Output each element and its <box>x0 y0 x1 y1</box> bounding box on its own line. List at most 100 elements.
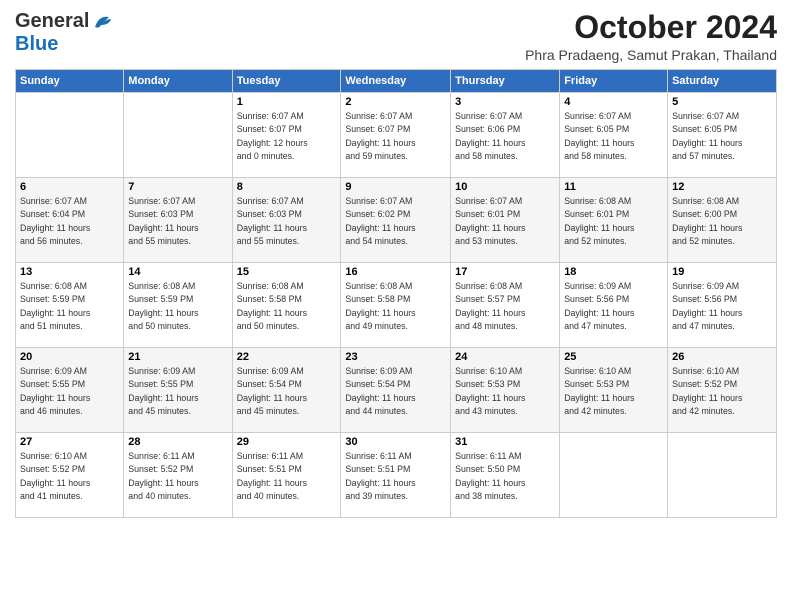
calendar-cell: 12 Sunrise: 6:08 AM Sunset: 6:00 PM Dayli… <box>668 178 777 263</box>
day-info: Sunrise: 6:07 AM Sunset: 6:03 PM Dayligh… <box>237 195 337 248</box>
day-info: Sunrise: 6:07 AM Sunset: 6:05 PM Dayligh… <box>672 110 772 163</box>
day-info: Sunrise: 6:09 AM Sunset: 5:54 PM Dayligh… <box>237 365 337 418</box>
day-number: 4 <box>564 96 663 108</box>
calendar-cell: 9Sunrise: 6:07 AM Sunset: 6:02 PM Daylig… <box>341 178 451 263</box>
day-info: Sunrise: 6:10 AM Sunset: 5:52 PM Dayligh… <box>20 450 119 503</box>
day-number: 3 <box>455 96 555 108</box>
day-info: Sunrise: 6:08 AM Sunset: 5:57 PM Dayligh… <box>455 280 555 333</box>
calendar-cell: 28 Sunrise: 6:11 AM Sunset: 5:52 PM Dayli… <box>124 433 232 518</box>
col-sunday: Sunday <box>16 70 124 93</box>
day-info: Sunrise: 6:07 AM Sunset: 6:01 PM Dayligh… <box>455 195 555 248</box>
day-number: 24 <box>455 351 555 363</box>
day-number: 20 <box>20 351 119 363</box>
day-info: Sunrise: 6:11 AM Sunset: 5:52 PM Dayligh… <box>128 450 227 503</box>
col-friday: Friday <box>560 70 668 93</box>
calendar-cell: 18 Sunrise: 6:09 AM Sunset: 5:56 PM Dayli… <box>560 263 668 348</box>
day-number: 16 <box>345 266 446 278</box>
col-saturday: Saturday <box>668 70 777 93</box>
day-number: 15 <box>237 266 337 278</box>
day-number: 11 <box>564 181 663 193</box>
calendar-cell: 29Sunrise: 6:11 AM Sunset: 5:51 PM Dayli… <box>232 433 341 518</box>
logo-blue: Blue <box>15 33 58 55</box>
calendar-cell: 5 Sunrise: 6:07 AM Sunset: 6:05 PM Daylig… <box>668 93 777 178</box>
calendar-cell <box>560 433 668 518</box>
col-wednesday: Wednesday <box>341 70 451 93</box>
calendar-cell: 17 Sunrise: 6:08 AM Sunset: 5:57 PM Dayli… <box>451 263 560 348</box>
calendar-week-row-5: 27 Sunrise: 6:10 AM Sunset: 5:52 PM Dayli… <box>16 433 777 518</box>
day-number: 5 <box>672 96 772 108</box>
day-info: Sunrise: 6:07 AM Sunset: 6:04 PM Dayligh… <box>20 195 119 248</box>
day-number: 21 <box>128 351 227 363</box>
calendar-week-row-1: 1 Sunrise: 6:07 AM Sunset: 6:07 PM Daylig… <box>16 93 777 178</box>
calendar-cell: 2Sunrise: 6:07 AM Sunset: 6:07 PM Daylig… <box>341 93 451 178</box>
day-info: Sunrise: 6:07 AM Sunset: 6:06 PM Dayligh… <box>455 110 555 163</box>
calendar-cell <box>124 93 232 178</box>
day-number: 28 <box>128 436 227 448</box>
location: Phra Pradaeng, Samut Prakan, Thailand <box>525 47 777 63</box>
day-info: Sunrise: 6:09 AM Sunset: 5:56 PM Dayligh… <box>564 280 663 333</box>
calendar-cell: 11 Sunrise: 6:08 AM Sunset: 6:01 PM Dayli… <box>560 178 668 263</box>
calendar-cell: 27 Sunrise: 6:10 AM Sunset: 5:52 PM Dayli… <box>16 433 124 518</box>
day-number: 27 <box>20 436 119 448</box>
day-info: Sunrise: 6:07 AM Sunset: 6:07 PM Dayligh… <box>345 110 446 163</box>
calendar-week-row-4: 20 Sunrise: 6:09 AM Sunset: 5:55 PM Dayli… <box>16 348 777 433</box>
day-info: Sunrise: 6:08 AM Sunset: 6:01 PM Dayligh… <box>564 195 663 248</box>
day-number: 22 <box>237 351 337 363</box>
day-info: Sunrise: 6:08 AM Sunset: 5:58 PM Dayligh… <box>345 280 446 333</box>
logo-general: General <box>15 10 89 33</box>
calendar-cell: 15 Sunrise: 6:08 AM Sunset: 5:58 PM Dayli… <box>232 263 341 348</box>
day-number: 29 <box>237 436 337 448</box>
day-info: Sunrise: 6:07 AM Sunset: 6:07 PM Dayligh… <box>237 110 337 163</box>
day-number: 26 <box>672 351 772 363</box>
calendar-cell: 25 Sunrise: 6:10 AM Sunset: 5:53 PM Dayli… <box>560 348 668 433</box>
day-info: Sunrise: 6:09 AM Sunset: 5:55 PM Dayligh… <box>128 365 227 418</box>
day-info: Sunrise: 6:10 AM Sunset: 5:52 PM Dayligh… <box>672 365 772 418</box>
day-info: Sunrise: 6:08 AM Sunset: 6:00 PM Dayligh… <box>672 195 772 248</box>
day-number: 12 <box>672 181 772 193</box>
day-number: 17 <box>455 266 555 278</box>
day-number: 10 <box>455 181 555 193</box>
calendar-cell: 6 Sunrise: 6:07 AM Sunset: 6:04 PM Daylig… <box>16 178 124 263</box>
calendar-cell: 24Sunrise: 6:10 AM Sunset: 5:53 PM Dayli… <box>451 348 560 433</box>
day-number: 6 <box>20 181 119 193</box>
calendar-cell <box>16 93 124 178</box>
day-info: Sunrise: 6:11 AM Sunset: 5:50 PM Dayligh… <box>455 450 555 503</box>
calendar-cell: 30 Sunrise: 6:11 AM Sunset: 5:51 PM Dayli… <box>341 433 451 518</box>
calendar-cell: 10 Sunrise: 6:07 AM Sunset: 6:01 PM Dayli… <box>451 178 560 263</box>
day-info: Sunrise: 6:07 AM Sunset: 6:03 PM Dayligh… <box>128 195 227 248</box>
day-number: 8 <box>237 181 337 193</box>
calendar-cell: 23Sunrise: 6:09 AM Sunset: 5:54 PM Dayli… <box>341 348 451 433</box>
day-info: Sunrise: 6:09 AM Sunset: 5:55 PM Dayligh… <box>20 365 119 418</box>
day-number: 25 <box>564 351 663 363</box>
calendar-cell: 13Sunrise: 6:08 AM Sunset: 5:59 PM Dayli… <box>16 263 124 348</box>
day-number: 30 <box>345 436 446 448</box>
calendar-cell: 4 Sunrise: 6:07 AM Sunset: 6:05 PM Daylig… <box>560 93 668 178</box>
day-number: 18 <box>564 266 663 278</box>
day-info: Sunrise: 6:09 AM Sunset: 5:56 PM Dayligh… <box>672 280 772 333</box>
header: General Blue October 2024 Phra Pradaeng,… <box>15 10 777 63</box>
day-number: 19 <box>672 266 772 278</box>
calendar-week-row-2: 6 Sunrise: 6:07 AM Sunset: 6:04 PM Daylig… <box>16 178 777 263</box>
day-info: Sunrise: 6:08 AM Sunset: 5:59 PM Dayligh… <box>128 280 227 333</box>
day-number: 31 <box>455 436 555 448</box>
calendar-cell: 26 Sunrise: 6:10 AM Sunset: 5:52 PM Dayli… <box>668 348 777 433</box>
day-info: Sunrise: 6:09 AM Sunset: 5:54 PM Dayligh… <box>345 365 446 418</box>
day-info: Sunrise: 6:08 AM Sunset: 5:59 PM Dayligh… <box>20 280 119 333</box>
day-info: Sunrise: 6:10 AM Sunset: 5:53 PM Dayligh… <box>564 365 663 418</box>
calendar-header-row: Sunday Monday Tuesday Wednesday Thursday… <box>16 70 777 93</box>
col-thursday: Thursday <box>451 70 560 93</box>
calendar-week-row-3: 13Sunrise: 6:08 AM Sunset: 5:59 PM Dayli… <box>16 263 777 348</box>
day-number: 1 <box>237 96 337 108</box>
calendar-cell <box>668 433 777 518</box>
page: General Blue October 2024 Phra Pradaeng,… <box>0 0 792 612</box>
logo: General Blue <box>15 10 113 56</box>
month-title: October 2024 <box>525 10 777 45</box>
calendar-cell: 21 Sunrise: 6:09 AM Sunset: 5:55 PM Dayli… <box>124 348 232 433</box>
day-number: 9 <box>345 181 446 193</box>
col-monday: Monday <box>124 70 232 93</box>
title-section: October 2024 Phra Pradaeng, Samut Prakan… <box>525 10 777 63</box>
day-info: Sunrise: 6:08 AM Sunset: 5:58 PM Dayligh… <box>237 280 337 333</box>
calendar-cell: 16 Sunrise: 6:08 AM Sunset: 5:58 PM Dayli… <box>341 263 451 348</box>
day-info: Sunrise: 6:07 AM Sunset: 6:05 PM Dayligh… <box>564 110 663 163</box>
day-info: Sunrise: 6:11 AM Sunset: 5:51 PM Dayligh… <box>345 450 446 503</box>
